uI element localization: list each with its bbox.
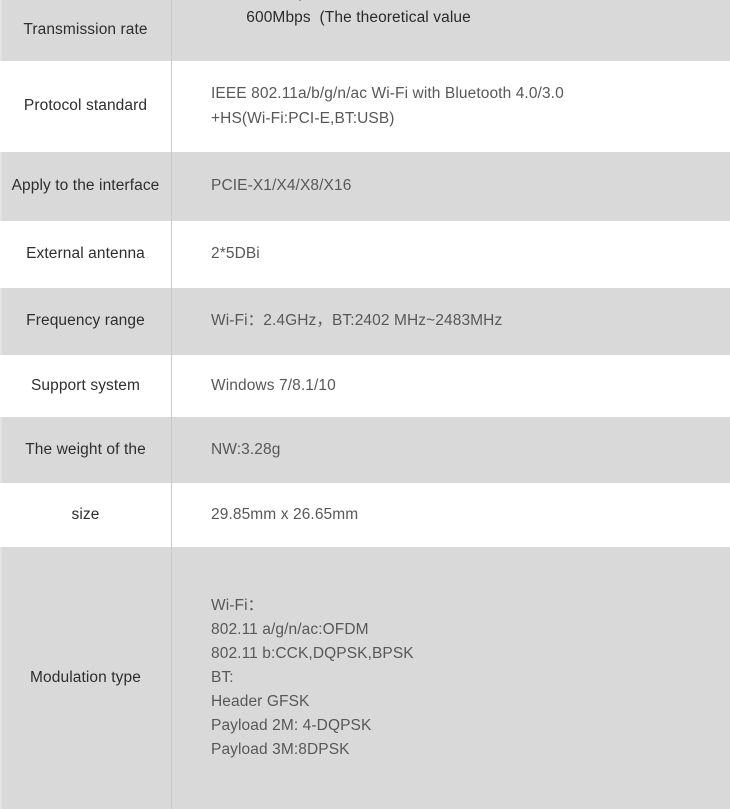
table-row: size 29.85mm x 26.65mm [0, 483, 730, 547]
spec-label-apply-to-the-interface: Apply to the interface [0, 152, 172, 221]
spec-label-text: Apply to the interface [11, 177, 160, 195]
table-row: The weight of the NW:3.28g [0, 417, 730, 483]
table-row: Support system Windows 7/8.1/10 [0, 355, 730, 417]
spec-label-modulation-type: Modulation type [0, 547, 172, 809]
spec-value-the-weight-of-the: NW:3.28g [172, 417, 730, 483]
spec-value-text: 29.85mm x 26.65mm [211, 505, 359, 523]
spec-label-support-system: Support system [0, 355, 172, 417]
spec-value-transmission-rate: 600Mbps (The theoretical value ) [172, 0, 730, 61]
product-specification-table: Transmission rate 600Mbps (The theoretic… [0, 0, 730, 809]
spec-value-text: IEEE 802.11a/b/g/n/ac Wi-Fi with Bluetoo… [211, 85, 564, 127]
table-row: Frequency range Wi-Fi：2.4GHz，BT:2402 MHz… [0, 288, 730, 355]
spec-value-text-suffix: oretical value [378, 9, 471, 27]
spec-label-text: External antenna [26, 245, 145, 263]
overlapping-paren-artifact: ) [299, 0, 304, 6]
spec-value-text: Windows 7/8.1/10 [211, 376, 336, 394]
spec-value-text: Wi-Fi：2.4GHz，BT:2402 MHz~2483MHz [211, 312, 503, 330]
spec-value-protocol-standard: IEEE 802.11a/b/g/n/ac Wi-Fi with Bluetoo… [172, 61, 730, 152]
spec-label-text: Support system [30, 376, 141, 394]
spec-label-text: Transmission rate [23, 21, 148, 39]
spec-label-text: Protocol standard [23, 97, 148, 115]
table-row: External antenna 2*5DBi [0, 221, 730, 288]
spec-value-frequency-range: Wi-Fi：2.4GHz，BT:2402 MHz~2483MHz [172, 288, 730, 355]
table-row: Apply to the interface PCIE-X1/X4/X8/X16 [0, 152, 730, 221]
spec-value-text: NW:3.28g [211, 440, 281, 458]
spec-value-text: 2*5DBi [211, 245, 260, 263]
table-row: Modulation type Wi-Fi： 802.11 a/g/n/ac:O… [0, 547, 730, 809]
spec-label-external-antenna: External antenna [0, 221, 172, 288]
spec-label-text: Modulation type [30, 668, 141, 686]
spec-value-size: 29.85mm x 26.65mm [172, 483, 730, 547]
table-row: Protocol standard IEEE 802.11a/b/g/n/ac … [0, 61, 730, 152]
spec-label-frequency-range: Frequency range [0, 288, 172, 355]
spec-label-text: size [71, 505, 100, 523]
spec-label-protocol-standard: Protocol standard [0, 61, 172, 152]
spec-label-size: size [0, 483, 172, 547]
spec-label-text: The weight of the [25, 440, 146, 458]
spec-value-modulation-type: Wi-Fi： 802.11 a/g/n/ac:OFDM 802.11 b:CCK… [172, 547, 730, 809]
spec-value-text: Wi-Fi： 802.11 a/g/n/ac:OFDM 802.11 b:CCK… [211, 596, 414, 759]
spec-value-external-antenna: 2*5DBi [172, 221, 730, 288]
spec-value-support-system: Windows 7/8.1/10 [172, 355, 730, 417]
spec-value-text: PCIE-X1/X4/X8/X16 [211, 177, 352, 195]
spec-label-transmission-rate: Transmission rate [0, 0, 172, 61]
spec-value-text-prefix: 600Mbps (The the [246, 9, 379, 27]
spec-label-the-weight-of-the: The weight of the [0, 417, 172, 483]
spec-label-text: Frequency range [26, 312, 145, 330]
spec-value-apply-to-the-interface: PCIE-X1/X4/X8/X16 [172, 152, 730, 221]
table-row: Transmission rate 600Mbps (The theoretic… [0, 0, 730, 61]
